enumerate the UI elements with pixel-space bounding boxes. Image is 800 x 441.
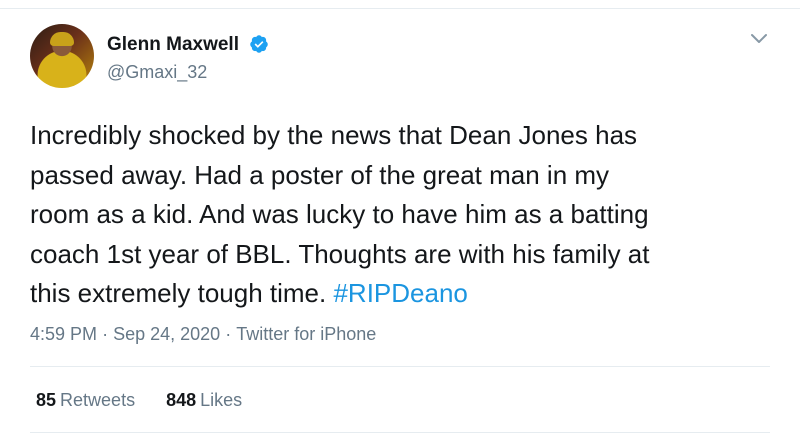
retweets-count: 85 [36, 390, 57, 410]
tweet-text-line-last: this extremely tough time. #RIPDeano [30, 274, 770, 314]
tweet-text-line: this extremely tough time. [30, 278, 327, 308]
chevron-down-icon[interactable] [750, 32, 768, 46]
author-handle[interactable]: @Gmaxi_32 [107, 62, 207, 83]
verified-badge-icon [250, 35, 268, 53]
author-name[interactable]: Glenn Maxwell [107, 34, 239, 56]
tweet-date[interactable]: Sep 24, 2020 [113, 324, 220, 345]
divider [30, 366, 770, 367]
tweet-text-line: room as a kid. And was lucky to have him… [30, 199, 649, 229]
meta-separator: · [225, 324, 232, 344]
tweet-text-line: coach 1st year of BBL. Thoughts are with… [30, 238, 650, 269]
hashtag-link[interactable]: #RIPDeano [333, 278, 467, 308]
tweet-meta: 4:59 PM · Sep 24, 2020 · Twitter for iPh… [30, 324, 376, 345]
avatar-cap [50, 32, 74, 46]
tweet-stats: 85 Retweets 848 Likes [36, 390, 268, 411]
likes-stat[interactable]: 848 Likes [166, 390, 242, 411]
likes-count: 848 [166, 390, 197, 410]
tweet-text-line: Incredibly shocked by the news that Dean… [30, 120, 638, 150]
tweet-text: Incredibly shocked by the news that Dean… [30, 116, 770, 314]
tweet-time[interactable]: 4:59 PM [30, 324, 97, 345]
likes-label: Likes [200, 390, 243, 410]
tweet-source[interactable]: Twitter for iPhone [236, 324, 376, 345]
meta-separator: · [102, 324, 109, 344]
top-border [0, 8, 800, 9]
divider [30, 432, 770, 433]
retweets-label: Retweets [60, 390, 136, 410]
retweets-stat[interactable]: 85 Retweets [36, 390, 135, 411]
tweet-text-line: passed away. Had a poster of the great m… [30, 159, 610, 190]
avatar[interactable] [30, 24, 94, 88]
